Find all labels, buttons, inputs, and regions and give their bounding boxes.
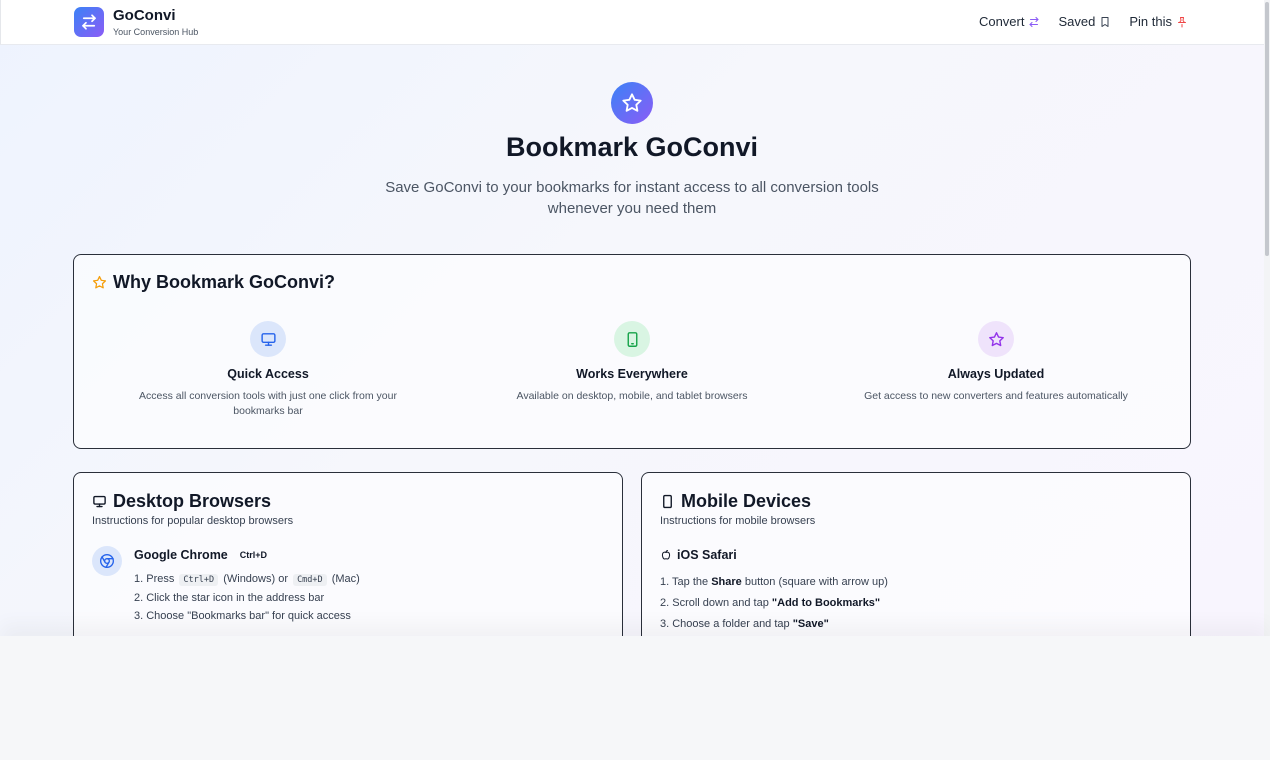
step-3: 3. Choose "Bookmarks bar" for quick acce… bbox=[134, 610, 351, 622]
hero-star-badge bbox=[611, 82, 653, 124]
page-viewport: GoConvi Your Conversion Hub Convert Save… bbox=[0, 0, 1270, 636]
step-text: 1. Tap the bbox=[660, 576, 709, 588]
step-text: (Mac) bbox=[331, 573, 360, 585]
feature-icon-circle bbox=[978, 321, 1014, 357]
feature-always-updated: Always Updated Get access to new convert… bbox=[846, 321, 1146, 404]
feature-title: Works Everywhere bbox=[576, 367, 688, 381]
chrome-heading: Google Chrome Ctrl+D bbox=[134, 548, 267, 562]
chrome-icon-circle bbox=[92, 546, 122, 576]
step-text: 1. Press bbox=[134, 573, 175, 585]
feature-title: Quick Access bbox=[227, 367, 309, 381]
scrollbar-thumb[interactable] bbox=[1265, 2, 1269, 256]
blank-lower-area bbox=[0, 636, 1270, 760]
main-nav: Convert Saved Pin this bbox=[979, 14, 1188, 29]
step-bold: Share bbox=[711, 576, 742, 588]
step-text: button (square with arrow up) bbox=[744, 576, 888, 588]
arrows-swap-icon bbox=[1029, 16, 1040, 27]
smartphone-icon bbox=[663, 494, 672, 509]
tablet-icon bbox=[627, 331, 637, 347]
star-icon bbox=[92, 275, 107, 289]
nav-convert[interactable]: Convert bbox=[979, 14, 1041, 29]
nav-convert-label: Convert bbox=[978, 14, 1025, 29]
step-bold: "Add to Bookmarks" bbox=[771, 597, 881, 609]
star-icon bbox=[622, 93, 642, 112]
arrows-swap-icon bbox=[82, 14, 96, 30]
step-bold: "Save" bbox=[792, 618, 829, 630]
mobile-devices-card: Mobile Devices Instructions for mobile b… bbox=[641, 472, 1191, 636]
step-3: 3. Choose a folder and tap "Save" bbox=[660, 614, 888, 635]
star-icon bbox=[988, 331, 1004, 346]
pin-icon bbox=[1178, 16, 1186, 27]
step-2: 2. Scroll down and tap "Add to Bookmarks… bbox=[660, 593, 888, 614]
why-title: Why Bookmark GoConvi? bbox=[92, 272, 335, 293]
chrome-steps: 1. Press Ctrl+D (Windows) or Cmd+D (Mac)… bbox=[134, 570, 360, 625]
monitor-icon bbox=[93, 495, 106, 508]
feature-title: Always Updated bbox=[947, 367, 1045, 381]
feature-desc: Access all conversion tools with just on… bbox=[139, 390, 397, 417]
desktop-subtitle: Instructions for popular desktop browser… bbox=[92, 515, 294, 527]
logo-button[interactable] bbox=[74, 7, 104, 37]
nav-pin-this[interactable]: Pin this bbox=[1129, 14, 1188, 29]
bookmark-icon bbox=[1101, 16, 1109, 27]
mobile-subtitle: Instructions for mobile browsers bbox=[660, 515, 816, 527]
brand-tagline: Your Conversion Hub bbox=[113, 27, 199, 37]
page-title: Bookmark GoConvi bbox=[505, 132, 759, 162]
step-2: 2. Click the star icon in the address ba… bbox=[134, 592, 325, 604]
mobile-title: Mobile Devices bbox=[660, 491, 811, 512]
step-text: (Windows) or bbox=[223, 573, 288, 585]
feature-works-everywhere: Works Everywhere Available on desktop, m… bbox=[482, 321, 782, 404]
step-1: 1. Tap the Share button (square with arr… bbox=[660, 572, 888, 593]
nav-pin-label: Pin this bbox=[1129, 14, 1172, 29]
desktop-title-text: Desktop Browsers bbox=[113, 491, 272, 511]
apple-icon bbox=[661, 550, 671, 560]
why-bookmark-card: Why Bookmark GoConvi? Quick Access Acces… bbox=[73, 254, 1191, 449]
step-text: 2. Scroll down and tap bbox=[660, 597, 769, 609]
monitor-icon bbox=[260, 332, 276, 346]
feature-icon-circle bbox=[250, 321, 286, 357]
step-text: 3. Choose a folder and tap bbox=[660, 618, 790, 630]
kbd-ctrl-d: Ctrl+D bbox=[179, 574, 219, 586]
brand-name[interactable]: GoConvi bbox=[113, 7, 176, 24]
kbd-cmd-d: Cmd+D bbox=[293, 574, 327, 586]
nav-saved-label: Saved bbox=[1058, 14, 1096, 29]
ios-safari-heading: iOS Safari bbox=[660, 548, 737, 562]
feature-icon-circle bbox=[614, 321, 650, 357]
mobile-title-text: Mobile Devices bbox=[681, 491, 812, 511]
feature-quick-access: Quick Access Access all conversion tools… bbox=[118, 321, 418, 419]
nav-saved[interactable]: Saved bbox=[1058, 14, 1111, 29]
browser-name: Google Chrome bbox=[134, 548, 228, 562]
desktop-browsers-card: Desktop Browsers Instructions for popula… bbox=[73, 472, 623, 636]
shortcut-badge: Ctrl+D bbox=[239, 550, 268, 560]
feature-desc: Available on desktop, mobile, and tablet… bbox=[516, 390, 748, 402]
top-header: GoConvi Your Conversion Hub Convert Save… bbox=[0, 0, 1264, 45]
chrome-icon bbox=[100, 554, 114, 568]
why-title-text: Why Bookmark GoConvi? bbox=[113, 272, 336, 292]
step-1: 1. Press Ctrl+D (Windows) or Cmd+D (Mac) bbox=[134, 570, 360, 589]
desktop-title: Desktop Browsers bbox=[92, 491, 271, 512]
page-subtitle: Save GoConvi to your bookmarks for insta… bbox=[385, 179, 879, 217]
feature-desc: Get access to new converters and feature… bbox=[864, 390, 1128, 402]
ios-steps: 1. Tap the Share button (square with arr… bbox=[660, 572, 888, 635]
platform-name: iOS Safari bbox=[677, 548, 737, 562]
